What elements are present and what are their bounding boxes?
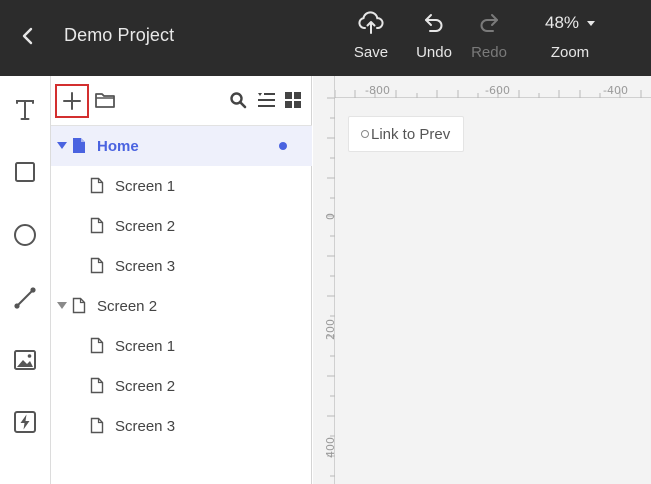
undo-button[interactable]: Undo xyxy=(407,10,461,66)
page-label: Screen 1 xyxy=(115,177,176,195)
page-row-home[interactable]: Home xyxy=(51,126,312,166)
page-label: Home xyxy=(97,137,139,155)
text-icon xyxy=(16,100,34,120)
page-row[interactable]: Screen 2 xyxy=(51,206,312,246)
page-label: Screen 1 xyxy=(115,337,176,355)
image-icon xyxy=(14,350,36,370)
page-icon xyxy=(72,297,86,314)
page-icon xyxy=(90,337,104,354)
page-row[interactable]: Screen 2 xyxy=(51,366,312,406)
lightning-icon xyxy=(14,411,36,433)
page-icon xyxy=(90,417,104,434)
project-title: Demo Project xyxy=(64,25,175,45)
interaction-tool[interactable] xyxy=(11,408,39,436)
ruler-label: -800 xyxy=(365,84,390,97)
image-tool[interactable] xyxy=(11,346,39,374)
list-view-button[interactable] xyxy=(255,89,277,111)
list-icon xyxy=(258,93,275,107)
zoom-dropdown[interactable]: 48% Zoom xyxy=(538,10,602,66)
page-label: Screen 2 xyxy=(115,217,176,235)
rectangle-icon xyxy=(15,162,35,182)
horizontal-ruler: -800 -600 -400 xyxy=(313,76,651,98)
caret-down-icon xyxy=(587,20,596,26)
page-row[interactable]: Screen 1 xyxy=(51,326,312,366)
link-card-label: Link to Prev xyxy=(371,125,451,143)
search-button[interactable] xyxy=(227,89,249,111)
undo-label: Undo xyxy=(416,44,452,61)
circle-icon xyxy=(14,224,36,246)
pages-toolbar xyxy=(51,76,312,126)
ruler-label: -400 xyxy=(603,84,628,97)
redo-label: Redo xyxy=(471,44,507,61)
caret-down-icon[interactable] xyxy=(57,142,67,149)
design-canvas[interactable]: -800 -600 -400 0 200 400 Link to Prev xyxy=(313,76,651,484)
back-button[interactable] xyxy=(14,22,42,50)
page-icon xyxy=(90,177,104,194)
redo-icon xyxy=(476,10,502,36)
page-label: Screen 2 xyxy=(115,377,176,395)
page-row-screen-2[interactable]: Screen 2 xyxy=(51,286,312,326)
page-row[interactable]: Screen 1 xyxy=(51,166,312,206)
page-label: Screen 3 xyxy=(115,417,176,435)
add-folder-button[interactable] xyxy=(94,89,116,111)
redo-button[interactable]: Redo xyxy=(462,10,516,66)
page-icon xyxy=(73,138,85,153)
grid-icon xyxy=(285,92,301,108)
pages-panel: Home Screen 1 Screen 2 Screen 3 Screen 2… xyxy=(51,76,312,484)
plus-icon xyxy=(63,92,81,110)
page-row[interactable]: Screen 3 xyxy=(51,246,312,286)
page-icon xyxy=(90,377,104,394)
save-label: Save xyxy=(353,44,389,61)
folder-icon xyxy=(95,93,115,108)
vertical-ruler: 0 200 400 xyxy=(313,76,337,484)
pages-tree: Home Screen 1 Screen 2 Screen 3 Screen 2… xyxy=(51,126,312,446)
line-tool[interactable] xyxy=(11,284,39,312)
link-to-prev-card[interactable]: Link to Prev xyxy=(348,116,464,152)
text-tool[interactable] xyxy=(11,96,39,124)
page-icon xyxy=(90,217,104,234)
page-row[interactable]: Screen 3 xyxy=(51,406,312,446)
rectangle-tool[interactable] xyxy=(11,158,39,186)
add-page-button[interactable] xyxy=(55,84,89,118)
line-icon xyxy=(14,287,36,309)
page-label: Screen 3 xyxy=(115,257,176,275)
zoom-label: Zoom xyxy=(550,44,590,61)
page-icon xyxy=(90,257,104,274)
chevron-left-icon xyxy=(22,27,33,45)
ruler-label: 200 xyxy=(324,319,337,340)
save-button[interactable]: Save xyxy=(344,10,398,66)
page-label: Screen 2 xyxy=(97,297,158,315)
ellipse-tool[interactable] xyxy=(11,221,39,249)
tool-rail xyxy=(0,76,51,484)
link-dot-icon xyxy=(361,130,369,138)
caret-down-icon[interactable] xyxy=(57,302,67,309)
ruler-label: 400 xyxy=(324,437,337,458)
ruler-label: -600 xyxy=(485,84,510,97)
cloud-upload-icon xyxy=(358,10,384,36)
top-bar: Demo Project Save Undo Redo 48% Zoom xyxy=(0,0,651,76)
search-icon xyxy=(230,92,247,109)
undo-icon xyxy=(421,10,447,36)
zoom-value: 48% xyxy=(544,13,580,32)
grid-view-button[interactable] xyxy=(282,89,304,111)
ruler-label: 0 xyxy=(324,213,337,220)
current-page-dot xyxy=(279,142,287,150)
